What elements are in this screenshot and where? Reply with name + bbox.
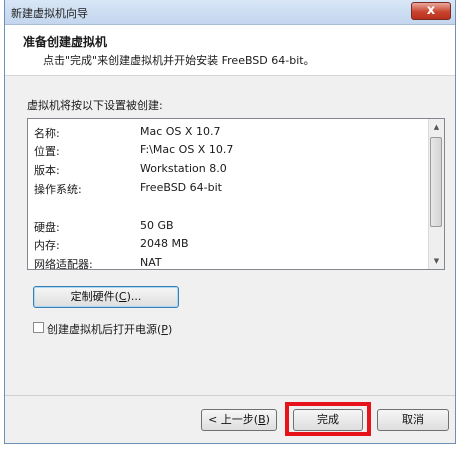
setting-value: Mac OS X 10.7 (140, 125, 221, 138)
button-label: < 上一步( (208, 413, 259, 426)
wizard-header: 准备创建虚拟机 点击"完成"来创建虚拟机并开始安装 FreeBSD 64-bit… (5, 25, 455, 76)
setting-key: 内存: (34, 239, 60, 252)
close-button[interactable]: x (411, 2, 451, 20)
summary-label: 虚拟机将按以下设置被创建: (27, 99, 163, 112)
cancel-button[interactable]: 取消 (377, 409, 449, 431)
setting-key: 版本: (34, 164, 60, 177)
setting-value: NAT (140, 256, 162, 269)
finish-highlight-box (285, 402, 371, 436)
button-label-tail: ) (265, 413, 270, 426)
checkbox-label-tail: ) (167, 323, 173, 336)
customize-hardware-button[interactable]: 定制硬件(C)... (33, 286, 179, 308)
settings-summary-list[interactable]: 名称: Mac OS X 10.7 位置: F:\Mac OS X 10.7 版… (27, 118, 445, 270)
setting-key: 硬盘: (34, 221, 60, 234)
scroll-up-arrow-icon[interactable]: ▲ (429, 119, 444, 135)
button-label: 定制硬件( (70, 290, 119, 303)
title-bar[interactable]: 新建虚拟机向导 x (5, 0, 455, 25)
button-label-tail: )... (126, 290, 142, 303)
scroll-down-arrow-icon[interactable]: ▼ (429, 253, 444, 269)
setting-value: FreeBSD 64-bit (140, 181, 222, 194)
setting-value: F:\Mac OS X 10.7 (140, 143, 234, 156)
setting-value: Workstation 8.0 (140, 162, 227, 175)
setting-key: 名称: (34, 127, 60, 140)
setting-key: 操作系统: (34, 183, 82, 196)
accelerator-key: B (258, 413, 266, 426)
footer-divider (5, 395, 455, 396)
checkbox-label-text: 创建虚拟机后打开电源( (47, 323, 162, 336)
accelerator-key: C (118, 290, 127, 303)
wizard-window: 新建虚拟机向导 x 准备创建虚拟机 点击"完成"来创建虚拟机并开始安装 Free… (4, 0, 456, 444)
setting-value: 50 GB (140, 219, 174, 232)
power-on-checkbox-label[interactable]: 创建虚拟机后打开电源(P) (47, 321, 172, 337)
window-title: 新建虚拟机向导 (11, 7, 88, 20)
setting-value: 2048 MB (140, 237, 189, 250)
back-button[interactable]: < 上一步(B) (201, 409, 277, 431)
page-title: 准备创建虚拟机 (23, 35, 108, 49)
setting-key: 网络适配器: (34, 258, 93, 270)
setting-key: 位置: (34, 145, 60, 158)
power-on-checkbox[interactable] (33, 322, 44, 333)
scrollbar-thumb[interactable] (430, 137, 442, 227)
page-subtitle: 点击"完成"来创建虚拟机并开始安装 FreeBSD 64-bit。 (43, 54, 315, 67)
close-icon: x (426, 3, 436, 18)
accelerator-key: P (161, 323, 168, 336)
vertical-scrollbar[interactable]: ▲ ▼ (428, 119, 444, 269)
